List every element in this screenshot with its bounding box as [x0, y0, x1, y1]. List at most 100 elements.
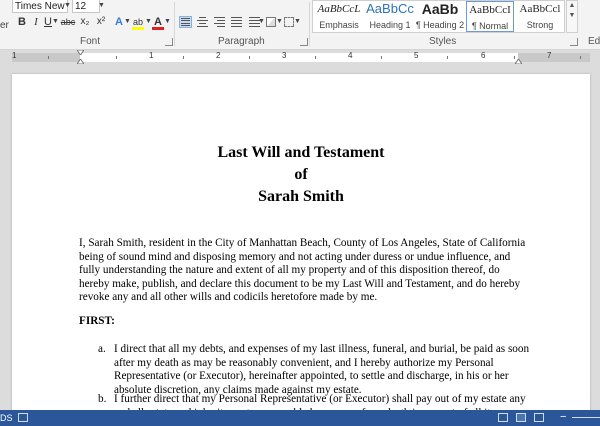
font-size-value: 12 [75, 1, 87, 12]
zoom-slider[interactable] [572, 417, 600, 418]
ribbon-separator [174, 2, 175, 46]
title-line: Last Will and Testament [217, 144, 385, 161]
style-heading-2-name: ¶ Heading 2 [415, 20, 465, 30]
align-center-button[interactable] [196, 16, 209, 28]
style-heading-1[interactable]: AaBbCc Heading 1 [365, 1, 415, 32]
text-effects-icon: A [115, 16, 123, 28]
list-item-text: I further direct that my Personal Repres… [114, 393, 526, 410]
intro-paragraph: I, Sarah Smith, resident in the City of … [79, 237, 526, 304]
status-bar: DS − [0, 410, 600, 426]
font-color-bar [152, 27, 164, 30]
style-emphasis-sample: AaBbCcL [317, 3, 361, 15]
style-emphasis[interactable]: AaBbCcL Emphasis [313, 1, 365, 32]
ruler-number: 1 [12, 51, 17, 60]
underline-dropdown-icon[interactable]: ▼ [52, 15, 59, 29]
font-group-label: Font [80, 36, 101, 47]
title-line: of [294, 166, 308, 183]
document-area[interactable]: Last Will and Testament of Sarah Smith I… [0, 64, 600, 410]
styles-gallery: AaBbCcL Emphasis AaBbCc Heading 1 AaBb ¶… [312, 0, 565, 33]
justify-button[interactable] [230, 16, 243, 28]
document-title: Last Will and Testament of Sarah Smith [12, 142, 590, 208]
list-item: b. I further direct that my Personal Rep… [98, 393, 534, 410]
list-item-text: I direct that all my debts, and expenses… [114, 343, 530, 396]
ruler-tick [48, 56, 49, 59]
font-name-value: Times New R [15, 1, 67, 12]
align-left-button[interactable] [179, 16, 192, 28]
subscript-button[interactable]: x₂ [78, 15, 92, 29]
ruler-tick [580, 56, 581, 59]
style-normal-name: ¶ Normal [471, 21, 509, 31]
title-line: Sarah Smith [258, 188, 344, 205]
ruler-number: 1 [149, 51, 154, 60]
italic-button[interactable]: I [31, 15, 41, 29]
ruler-tick [447, 56, 448, 59]
document-page[interactable]: Last Will and Testament of Sarah Smith I… [12, 74, 590, 410]
status-left-label: DS [0, 413, 13, 423]
proofing-icon[interactable] [18, 413, 28, 422]
first-line-indent-icon[interactable] [77, 50, 84, 55]
ruler-number: 5 [414, 51, 419, 60]
font-size-box[interactable]: 12 [72, 0, 100, 13]
ruler-text-area [80, 53, 518, 62]
text-effects-dropdown-icon[interactable]: ▼ [124, 15, 131, 29]
borders-icon[interactable] [284, 17, 294, 27]
list-item: a. I direct that all my debts, and expen… [98, 343, 534, 397]
read-mode-view-icon[interactable] [498, 413, 508, 422]
styles-gallery-scroll[interactable]: ▲ ▼ [566, 0, 578, 33]
styles-dialog-launcher-icon[interactable] [570, 38, 578, 46]
styles-group-label: Styles [429, 36, 457, 47]
borders-dropdown-icon[interactable]: ▼ [294, 15, 301, 29]
ruler-tick [315, 56, 316, 59]
editing-group-label: Ed [588, 36, 600, 47]
style-emphasis-name: Emphasis [319, 20, 359, 30]
ribbon-separator [309, 2, 310, 46]
font-dialog-launcher-icon[interactable] [165, 38, 173, 46]
style-strong-name: Strong [526, 20, 554, 30]
style-strong[interactable]: AaBbCcl Strong [515, 1, 565, 32]
ruler-number: 3 [282, 51, 287, 60]
ruler-tick [183, 56, 184, 59]
font-size-dropdown-icon[interactable]: ▼ [97, 0, 106, 13]
bold-button[interactable]: B [16, 15, 28, 29]
gallery-more-icon[interactable]: ▼ [567, 11, 577, 21]
strikethrough-button[interactable]: abc [60, 15, 76, 29]
ruler-number: 6 [481, 51, 486, 60]
style-normal-sample: AaBbCcI [469, 4, 511, 16]
style-normal[interactable]: AaBbCcI ¶ Normal [466, 1, 514, 32]
style-heading-1-sample: AaBbCc [366, 1, 414, 16]
font-name-dropdown-icon[interactable]: ▼ [63, 0, 72, 13]
ruler-number: 7 [547, 51, 552, 60]
highlight-color-bar [132, 27, 144, 30]
web-layout-view-icon[interactable] [534, 413, 544, 422]
line-spacing-dropdown-icon[interactable]: ▼ [258, 15, 265, 29]
zoom-out-icon[interactable]: − [560, 411, 566, 423]
highlight-icon: ab [132, 17, 143, 27]
highlight-button[interactable]: ab [131, 15, 145, 30]
section-heading: FIRST: [79, 315, 115, 327]
font-color-button[interactable]: A [152, 15, 164, 30]
list-marker: a. [98, 343, 106, 355]
ribbon-left-edge-label: er [0, 20, 9, 31]
ribbon: er Times New R ▼ 12 ▼ B I U ▼ abc x₂ x² … [0, 0, 600, 50]
paragraph-dialog-launcher-icon[interactable] [300, 38, 308, 46]
highlight-dropdown-icon[interactable]: ▼ [145, 15, 152, 29]
style-heading-1-name: Heading 1 [369, 20, 411, 30]
shading-dropdown-icon[interactable]: ▼ [276, 15, 283, 29]
horizontal-ruler: 1 1 2 3 4 5 6 7 [0, 50, 600, 64]
font-name-box[interactable]: Times New R [12, 0, 68, 13]
font-color-dropdown-icon[interactable]: ▼ [164, 15, 171, 29]
style-heading-2-sample: AaBb [421, 1, 459, 17]
superscript-button[interactable]: x² [94, 15, 108, 29]
style-strong-sample: AaBbCcl [519, 3, 561, 15]
shading-icon[interactable] [266, 17, 276, 27]
align-right-button[interactable] [213, 16, 226, 28]
ruler-tick [116, 56, 117, 59]
ruler-number: 4 [348, 51, 353, 60]
style-heading-2[interactable]: AaBb ¶ Heading 2 [415, 1, 465, 32]
ruler-tick [249, 56, 250, 59]
ruler-tick [381, 56, 382, 59]
ruler-number: 2 [216, 51, 221, 60]
print-layout-view-icon[interactable] [516, 413, 526, 422]
gallery-up-icon[interactable]: ▲ [567, 1, 577, 11]
paragraph-group-label: Paragraph [218, 36, 265, 47]
